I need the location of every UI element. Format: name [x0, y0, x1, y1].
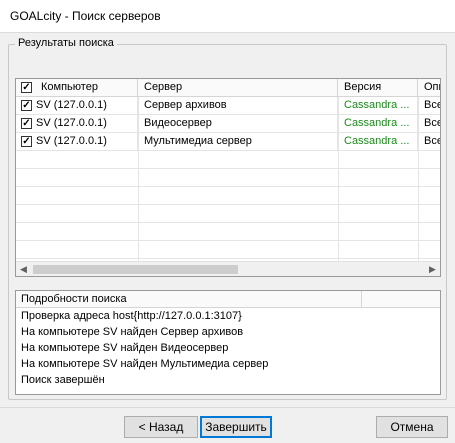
table-row[interactable]: ✓ SV (127.0.0.1) Видеосервер Cassandra .…: [16, 115, 440, 133]
row-checkbox[interactable]: ✓: [21, 118, 32, 129]
cell-server: Мультимедиа сервер: [138, 133, 338, 151]
details-header-label: Подробности поиска: [16, 291, 362, 308]
empty-row: [16, 223, 440, 241]
details-line: Поиск завершён: [21, 374, 105, 386]
cell-computer: ✓ SV (127.0.0.1): [16, 133, 138, 151]
empty-row: [16, 241, 440, 259]
cell-server: Видеосервер: [138, 115, 338, 133]
scroll-left-icon[interactable]: ◀: [16, 262, 31, 276]
details-line: Проверка адреса host{http://127.0.0.1:31…: [21, 310, 242, 322]
search-details-panel: Подробности поиска Проверка адреса host{…: [15, 290, 441, 395]
cell-server: Сервер архивов: [138, 97, 338, 115]
column-header-version[interactable]: Версия: [338, 79, 418, 97]
row-checkbox[interactable]: ✓: [21, 100, 32, 111]
empty-row: [16, 151, 440, 169]
title-bar: GOALcity - Поиск серверов: [0, 0, 455, 33]
group-label: Результаты поиска: [15, 37, 117, 49]
column-header-description[interactable]: Опи: [418, 79, 440, 97]
empty-row: [16, 187, 440, 205]
details-line: На компьютере SV найден Мультимедиа серв…: [21, 358, 269, 370]
cell-description: Все: [418, 133, 440, 151]
servers-table: ✓ Компьютер Сервер Версия Опи ✓ SV (127.…: [15, 78, 441, 277]
details-header: Подробности поиска: [16, 291, 440, 308]
cancel-button[interactable]: Отмена: [376, 416, 448, 438]
table-row[interactable]: ✓ SV (127.0.0.1) Сервер архивов Cassandr…: [16, 97, 440, 115]
horizontal-scrollbar[interactable]: ◀ ▶: [16, 261, 440, 276]
empty-row: [16, 205, 440, 223]
select-all-checkbox[interactable]: ✓: [21, 82, 32, 93]
table-row[interactable]: ✓ SV (127.0.0.1) Мультимедиа сервер Cass…: [16, 133, 440, 151]
cell-computer: ✓ SV (127.0.0.1): [16, 115, 138, 133]
details-line: На компьютере SV найден Видеосервер: [21, 342, 229, 354]
empty-row: [16, 169, 440, 187]
cell-version: Cassandra ...: [338, 97, 418, 115]
finish-button[interactable]: Завершить: [200, 416, 272, 438]
table-header: ✓ Компьютер Сервер Версия Опи: [16, 79, 440, 97]
scroll-right-icon[interactable]: ▶: [425, 262, 440, 276]
cell-description: Все: [418, 115, 440, 133]
cell-computer: ✓ SV (127.0.0.1): [16, 97, 138, 115]
column-header-server[interactable]: Сервер: [138, 79, 338, 97]
row-checkbox[interactable]: ✓: [21, 136, 32, 147]
cell-version: Cassandra ...: [338, 115, 418, 133]
back-button[interactable]: < Назад: [124, 416, 198, 438]
cell-description: Все: [418, 97, 440, 115]
column-header-computer[interactable]: ✓ Компьютер: [16, 79, 138, 97]
details-line: На компьютере SV найден Сервер архивов: [21, 326, 244, 338]
cell-version: Cassandra ...: [338, 133, 418, 151]
window-title: GOALcity - Поиск серверов: [10, 9, 161, 23]
footer-separator: [0, 407, 455, 408]
scroll-thumb[interactable]: [33, 265, 238, 274]
